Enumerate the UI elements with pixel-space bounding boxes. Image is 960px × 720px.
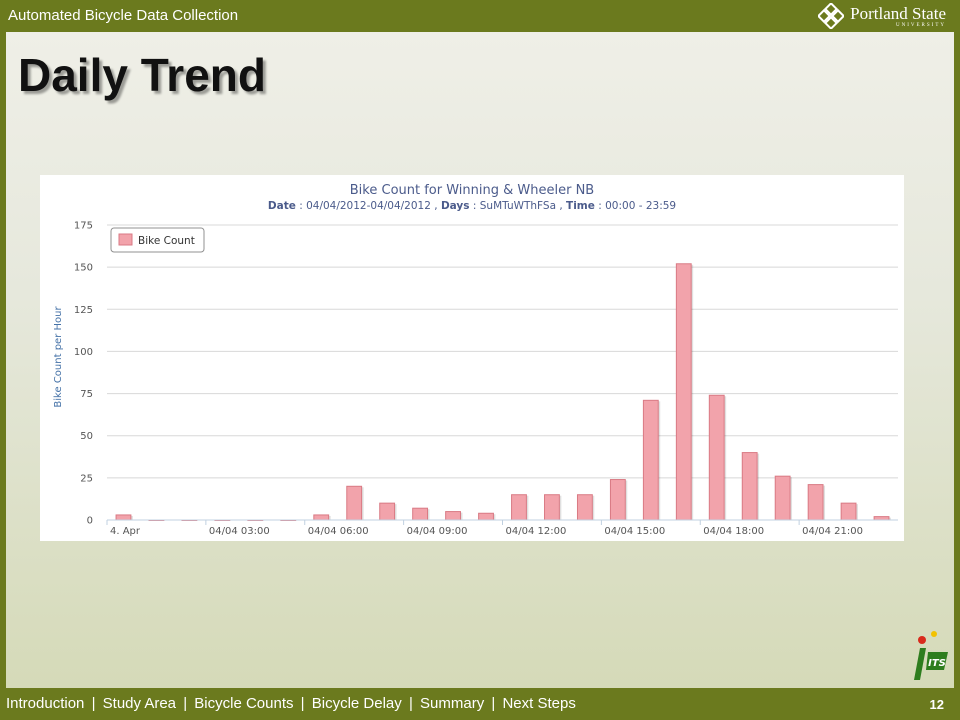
bar[interactable] <box>445 511 461 521</box>
subtitle-date-sep: : <box>299 200 306 212</box>
logo-subtitle: UNIVERSITY <box>896 22 946 28</box>
chart-title: Bike Count for Winning & Wheeler NB <box>350 183 594 198</box>
chart-legend[interactable]: Bike Count <box>110 227 205 253</box>
subtitle-days-sep: : <box>473 200 480 212</box>
subtitle-days-value: SuMTuWThFSa <box>480 200 556 212</box>
nav-next-steps[interactable]: Next Steps <box>502 695 575 712</box>
y-tick-label: 25 <box>80 473 93 484</box>
y-tick-label: 175 <box>74 221 93 232</box>
bar[interactable] <box>544 494 560 521</box>
subtitle-date-value: 04/04/2012-04/04/2012 <box>306 200 431 212</box>
subtitle-time-sep: : <box>598 200 605 212</box>
bar[interactable] <box>675 263 692 521</box>
x-tick-label: 04/04 18:00 <box>703 526 764 537</box>
x-tick-label: 04/04 21:00 <box>802 526 863 537</box>
chart-bars <box>115 263 891 521</box>
bar[interactable] <box>412 507 429 521</box>
nav-summary[interactable]: Summary <box>420 695 484 712</box>
logo-name: Portland State <box>850 3 946 23</box>
footer-bar: Introduction | Study Area | Bicycle Coun… <box>0 688 960 720</box>
bar[interactable] <box>511 494 527 521</box>
section-nav: Introduction | Study Area | Bicycle Coun… <box>6 695 576 712</box>
subtitle-time-label: Time <box>566 200 595 212</box>
nav-separator: | <box>183 695 188 712</box>
nav-introduction[interactable]: Introduction <box>6 695 84 712</box>
bar[interactable] <box>708 394 725 521</box>
bar[interactable] <box>840 502 857 521</box>
bar[interactable] <box>313 514 330 521</box>
its-logo-icon: ITS <box>914 631 948 680</box>
bar[interactable] <box>741 452 758 521</box>
y-tick-label: 125 <box>74 305 93 316</box>
bar[interactable] <box>774 475 791 521</box>
y-axis-label: Bike Count per Hour <box>53 306 64 408</box>
bar[interactable] <box>478 512 494 521</box>
nav-bicycle-delay[interactable]: Bicycle Delay <box>312 695 402 712</box>
subtitle-comma-2: , <box>559 200 566 212</box>
bar[interactable] <box>115 514 132 521</box>
y-tick-label: 150 <box>74 263 93 274</box>
chart-subtitle: Date : 04/04/2012-04/04/2012 , Days : Su… <box>268 200 676 212</box>
nav-separator: | <box>91 695 96 712</box>
x-tick-label: 04/04 09:00 <box>407 526 468 537</box>
bar[interactable] <box>609 479 626 521</box>
nav-separator: | <box>491 695 496 712</box>
bar[interactable] <box>576 494 593 521</box>
subtitle-days-label: Days <box>441 200 470 212</box>
x-tick-label: 04/04 03:00 <box>209 526 270 537</box>
bar[interactable] <box>642 399 659 521</box>
presentation-title: Automated Bicycle Data Collection <box>8 7 239 24</box>
chart-axes: 0 25 50 75 100 125 150 175 4. Apr 04/04 03:00 04/0… <box>74 221 898 537</box>
y-tick-label: 50 <box>80 431 93 442</box>
x-tick-label: 04/04 15:00 <box>604 526 665 537</box>
bar[interactable] <box>807 484 824 521</box>
nav-separator: | <box>408 695 413 712</box>
legend-label: Bike Count <box>138 235 195 247</box>
psu-logo-icon <box>818 3 845 29</box>
subtitle-time-value: 00:00 - 23:59 <box>605 200 676 212</box>
x-tick-label: 4. Apr <box>110 526 141 537</box>
nav-study-area[interactable]: Study Area <box>103 695 176 712</box>
subtitle-date-label: Date <box>268 200 296 212</box>
bike-count-chart: 0 25 50 75 100 125 150 175 4. Apr 04/04 03:00 04/0… <box>40 175 904 541</box>
chart-svg: 0 25 50 75 100 125 150 175 4. Apr 04/04 03:00 04/0… <box>53 183 898 537</box>
slide-canvas: Daily Trend 0 25 50 75 100 125 150 175 4. Apr 04/… <box>6 32 954 688</box>
bar[interactable] <box>379 502 396 521</box>
its-logo-text: ITS <box>928 658 946 669</box>
subtitle-comma-1: , <box>434 200 441 212</box>
bar[interactable] <box>346 485 363 521</box>
nav-separator: | <box>300 695 305 712</box>
x-tick-label: 04/04 06:00 <box>308 526 369 537</box>
y-tick-label: 0 <box>87 516 93 527</box>
slide-heading: Daily Trend <box>18 49 266 101</box>
legend-swatch <box>118 233 133 246</box>
bar[interactable] <box>873 516 890 521</box>
x-tick-label: 04/04 12:00 <box>506 526 567 537</box>
psu-logo: Portland State UNIVERSITY <box>818 3 946 29</box>
page-number: 12 <box>929 697 944 712</box>
y-tick-label: 100 <box>74 347 93 358</box>
header-bar: Automated Bicycle Data Collection Portla… <box>0 0 960 32</box>
nav-bicycle-counts[interactable]: Bicycle Counts <box>194 695 293 712</box>
y-tick-label: 75 <box>80 389 93 400</box>
